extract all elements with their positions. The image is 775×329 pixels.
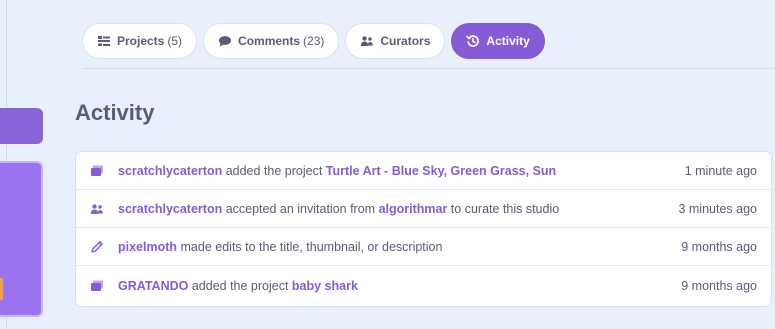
- tab-label: Projects: [117, 34, 165, 48]
- activity-text: scratchlycaterton added the project Turt…: [118, 164, 556, 178]
- activity-action: made edits to the title, thumbnail, or d…: [177, 239, 443, 254]
- curators-icon: [360, 34, 374, 48]
- activity-time: 3 minutes ago: [678, 201, 757, 216]
- list-item: scratchlycaterton added the project Turt…: [76, 152, 771, 190]
- project-link[interactable]: baby shark: [292, 279, 358, 293]
- project-icon: [90, 279, 104, 293]
- activity-action: added the project: [222, 163, 326, 178]
- studio-page: Projects (5) Comments (23) Curators Acti…: [0, 0, 775, 329]
- sidebar-accent: [0, 278, 3, 300]
- username-link[interactable]: scratchlycaterton: [118, 164, 222, 178]
- activity-list: scratchlycaterton added the project Turt…: [75, 151, 772, 307]
- tab-label: Activity: [486, 34, 530, 48]
- tab-label: Curators: [380, 34, 431, 48]
- studio-tabs: Projects (5) Comments (23) Curators Acti…: [82, 23, 545, 59]
- project-link[interactable]: Turtle Art - Blue Sky, Green Grass, Sun: [326, 164, 556, 178]
- projects-icon: [97, 34, 111, 48]
- tab-activity[interactable]: Activity: [451, 23, 545, 59]
- activity-text: scratchlycaterton accepted an invitation…: [118, 202, 559, 216]
- list-item: scratchlycaterton accepted an invitation…: [76, 190, 771, 228]
- username-link[interactable]: pixelmoth: [118, 240, 177, 254]
- username-link[interactable]: GRATANDO: [118, 279, 188, 293]
- activity-text: pixelmoth made edits to the title, thumb…: [118, 240, 442, 254]
- tab-count: (23): [303, 34, 325, 48]
- username-link[interactable]: algorithmar: [379, 202, 448, 216]
- tab-count: (5): [167, 34, 183, 48]
- activity-text: GRATANDO added the project baby shark: [118, 279, 358, 293]
- tab-curators[interactable]: Curators: [345, 23, 446, 59]
- tab-label: Comments: [238, 34, 301, 48]
- project-icon: [90, 164, 104, 178]
- activity-time: 9 months ago: [681, 279, 757, 293]
- comment-bubble-icon: [218, 34, 232, 48]
- sidebar-tab[interactable]: [0, 108, 43, 144]
- activity-time: 9 months ago: [681, 239, 757, 254]
- history-icon: [466, 34, 480, 48]
- activity-action: to curate this studio: [447, 201, 560, 216]
- curators-icon: [90, 202, 104, 216]
- list-item: GRATANDO added the project baby shark 9 …: [76, 266, 771, 306]
- sidebar-panel[interactable]: [0, 161, 43, 317]
- username-link[interactable]: scratchlycaterton: [118, 202, 222, 216]
- pencil-icon: [90, 240, 104, 254]
- activity-time: 1 minute ago: [684, 163, 757, 178]
- tab-projects[interactable]: Projects (5): [82, 23, 198, 59]
- activity-action: accepted an invitation from: [222, 201, 379, 216]
- list-item: pixelmoth made edits to the title, thumb…: [76, 228, 771, 266]
- tab-comments[interactable]: Comments (23): [203, 23, 340, 59]
- activity-action: added the project: [188, 279, 292, 293]
- page-title: Activity: [75, 100, 155, 125]
- tabs-divider: [82, 68, 775, 69]
